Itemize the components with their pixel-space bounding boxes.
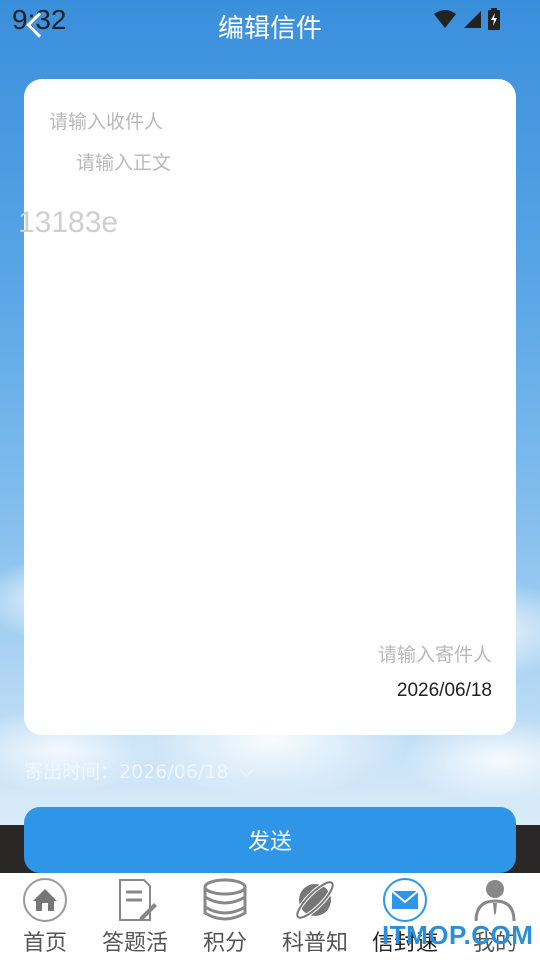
letter-card: 请输入收件人 请输入正文 13183e 请输入寄件人 2026/06/18	[18, 79, 516, 735]
science-icon	[295, 880, 335, 920]
coins-icon	[203, 878, 247, 921]
tab-science[interactable]: 科普知	[270, 873, 360, 960]
send-button[interactable]: 发送	[24, 807, 516, 873]
page-title: 编辑信件	[217, 14, 322, 44]
user-icon	[474, 880, 516, 922]
recipient-input[interactable]: 请输入收件人	[49, 107, 163, 134]
body-input[interactable]: 请输入正文	[76, 148, 171, 175]
send-time-label: 寄出时间：2026/06/18	[24, 761, 229, 783]
quiz-icon	[119, 879, 157, 921]
tab-label: 科普知	[281, 931, 348, 956]
tab-home[interactable]: 首页	[0, 873, 90, 960]
home-icon	[23, 878, 67, 922]
tab-label: 答题活	[101, 931, 168, 956]
tab-label: 首页	[22, 931, 67, 956]
chevron-down-icon	[239, 764, 253, 778]
tab-points[interactable]: 积分	[180, 873, 270, 960]
watermark-logo: ITMOP.COM	[382, 920, 534, 950]
sender-input[interactable]: 请输入寄件人	[378, 640, 492, 667]
mail-icon	[383, 878, 427, 922]
send-time-picker[interactable]: 寄出时间：2026/06/18	[24, 757, 253, 784]
tab-label: 积分	[202, 931, 247, 956]
letter-code: 13183e	[18, 206, 119, 239]
tab-quiz[interactable]: 答题活	[90, 873, 180, 960]
letter-date: 2026/06/18	[396, 680, 492, 701]
